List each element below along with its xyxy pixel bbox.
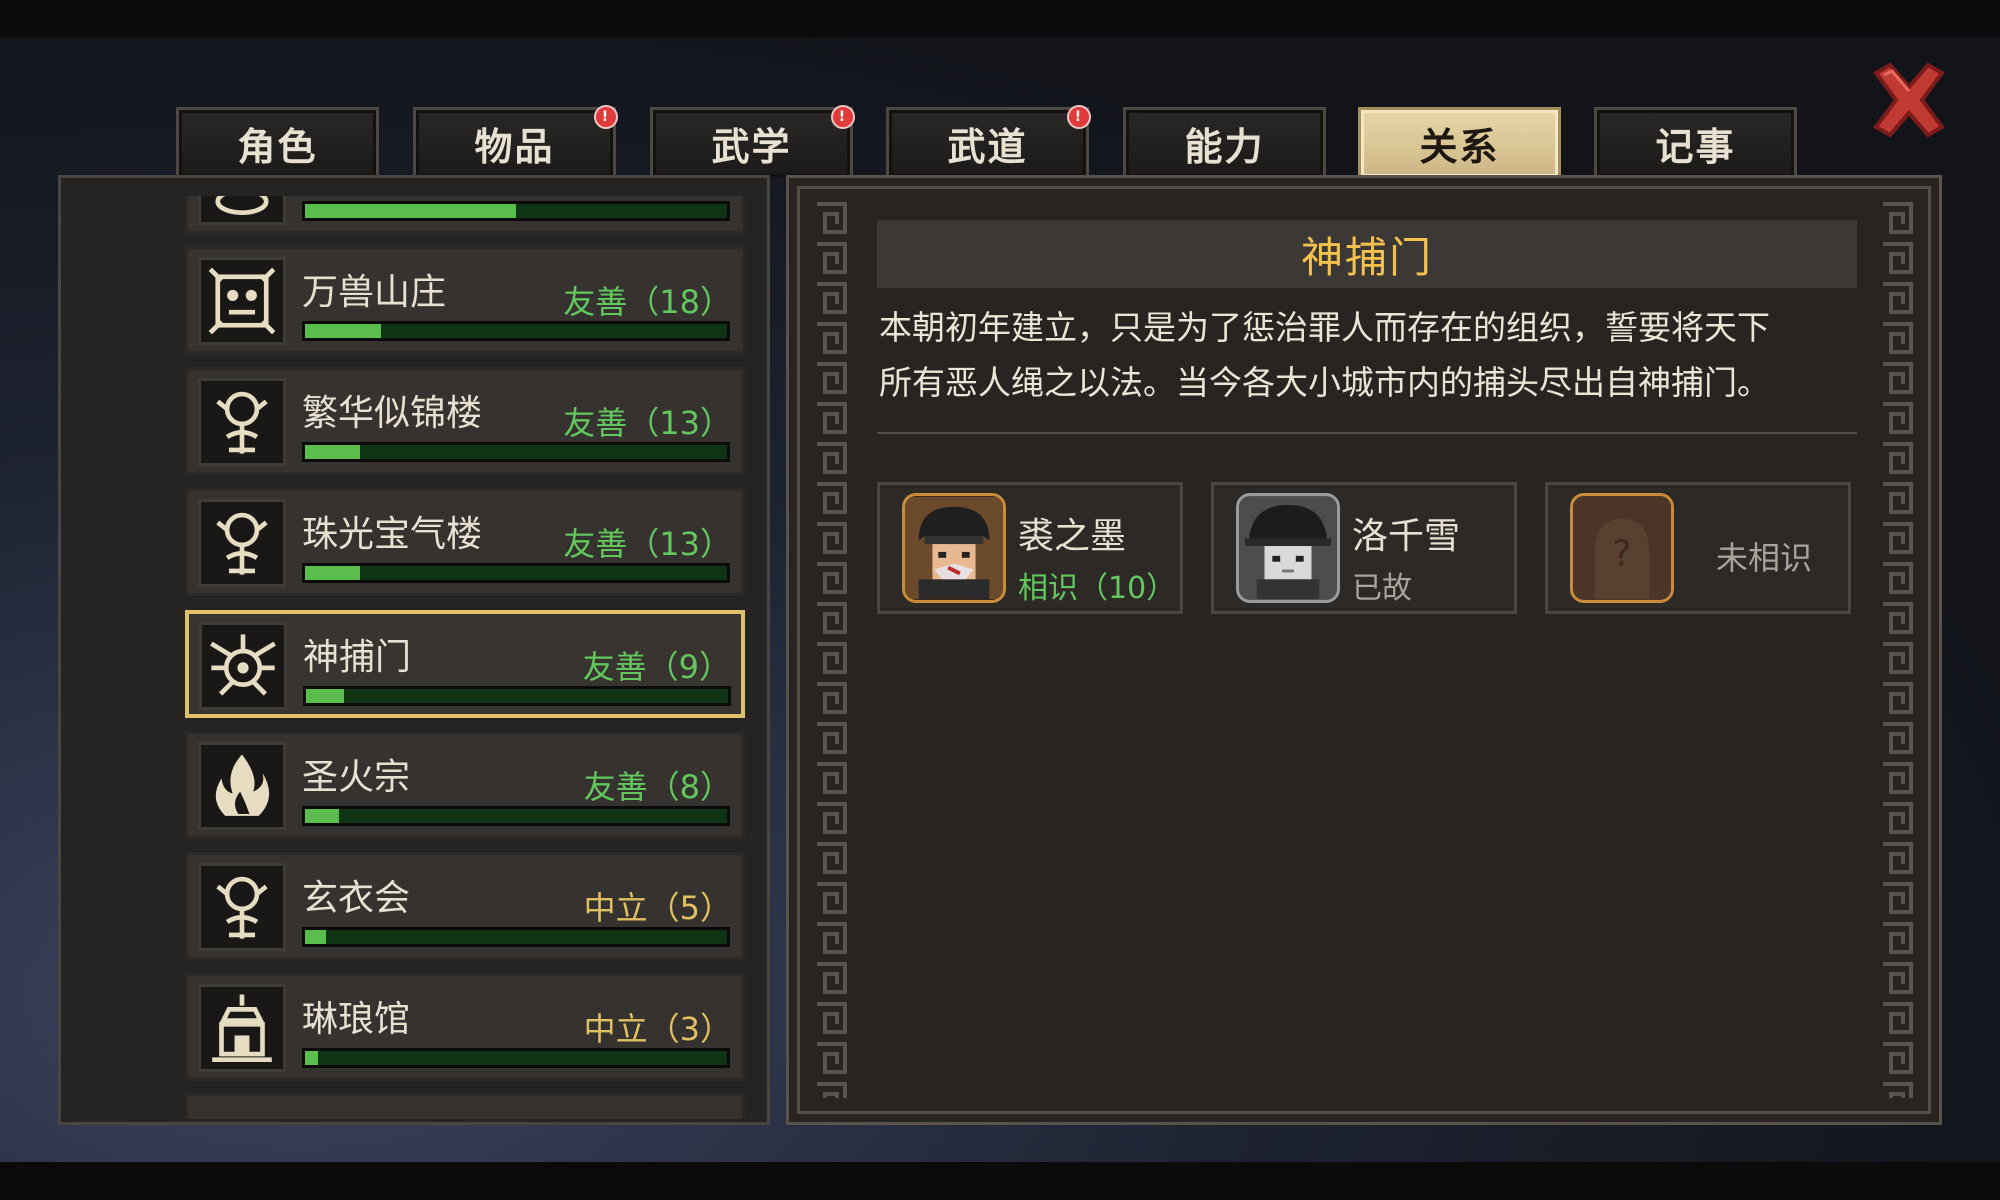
description-line: 本朝初年建立，只是为了惩治罪人而存在的组织，誓要将天下: [879, 308, 1770, 347]
reputation-bar: [302, 442, 730, 462]
member-status: 已故: [1352, 571, 1412, 606]
faction-name: 万兽山庄: [302, 272, 447, 313]
faction-status: 友善（13）: [563, 404, 732, 442]
member-name: 裘之墨: [1018, 516, 1127, 557]
faction-row[interactable]: [185, 196, 745, 234]
faction-name: 玄衣会: [302, 878, 411, 919]
tab-label: 武道: [947, 125, 1028, 169]
notification-badge: !: [594, 105, 618, 129]
faction-detail-panel: 神捕门 本朝初年建立，只是为了惩治罪人而存在的组织，誓要将天下 所有恶人绳之以法…: [786, 175, 1942, 1125]
faction-title-bar: 神捕门: [877, 220, 1857, 288]
faction-name: 圣火宗: [302, 757, 411, 798]
tab-martial-arts[interactable]: 武学 !: [650, 105, 855, 177]
member-name: 洛千雪: [1352, 516, 1461, 557]
faction-row-shenghuo[interactable]: 圣火宗 友善（8）: [185, 731, 745, 839]
divider: [877, 432, 1857, 434]
tab-items[interactable]: 物品 !: [413, 105, 618, 177]
faction-status: 友善（13）: [563, 525, 732, 563]
member-status: 相识（10）: [1018, 571, 1177, 606]
ornate-tower-emblem-icon: [198, 863, 286, 951]
tab-label: 记事: [1655, 125, 1736, 169]
faction-status: 友善（9）: [582, 648, 731, 686]
reputation-bar: [302, 1048, 730, 1068]
reputation-bar: [302, 201, 730, 221]
tab-label: 物品: [474, 125, 555, 169]
description-line: 所有恶人绳之以法。当今各大小城市内的捕头尽出自神捕门。: [879, 363, 1770, 402]
reputation-bar: [302, 806, 730, 826]
faction-name: 琳琅馆: [302, 999, 411, 1040]
faction-row-wanshou[interactable]: 万兽山庄 友善（18）: [185, 246, 745, 354]
reputation-bar: [302, 927, 730, 947]
tab-label: 能力: [1184, 125, 1265, 169]
faction-row[interactable]: [185, 1093, 745, 1119]
tab-martial-way[interactable]: 武道 !: [886, 105, 1091, 177]
faction-row-zhuguang[interactable]: 珠光宝气楼 友善（13）: [185, 488, 745, 596]
tab-label: 角色: [237, 125, 318, 169]
ornate-tower-emblem-icon: [198, 378, 286, 466]
faction-row-xuanyi[interactable]: 玄衣会 中立（5）: [185, 852, 745, 960]
member-card-unknown[interactable]: ? 未相识: [1545, 482, 1851, 614]
close-button[interactable]: [1868, 59, 1950, 141]
faction-name: 珠光宝气楼: [302, 514, 483, 555]
greek-key-border: [811, 198, 851, 1098]
faction-status: 中立（5）: [583, 889, 732, 927]
beast-skull-emblem-icon: [198, 257, 286, 345]
tab-abilities[interactable]: 能力: [1123, 107, 1326, 177]
demon-mask-emblem-icon: [199, 622, 287, 710]
faction-name: 神捕门: [303, 637, 412, 678]
lotus-emblem-icon: [198, 196, 286, 225]
hatted-woman-portrait: [1236, 493, 1340, 603]
tab-label: 关系: [1419, 125, 1500, 169]
faction-status: 友善（18）: [563, 283, 732, 321]
palace-emblem-icon: [198, 984, 286, 1072]
faction-status: 友善（8）: [583, 768, 732, 806]
faction-list-panel: 万兽山庄 友善（18） 繁华似锦楼 友善（13） 珠光宝气楼 友善（13） 神捕…: [58, 175, 770, 1125]
reputation-bar: [302, 321, 730, 341]
tab-relations[interactable]: 关系: [1358, 107, 1561, 177]
game-screen: 角色 物品 ! 武学 ! 武道 ! 能力 关系 记事 万兽山庄 友善（18） 繁…: [0, 37, 2000, 1162]
notification-badge: !: [1067, 105, 1091, 129]
faction-title: 神捕门: [1300, 232, 1433, 282]
member-status: 未相识: [1715, 539, 1812, 577]
tab-character[interactable]: 角色: [176, 107, 379, 177]
faction-row-shenbu[interactable]: 神捕门 友善（9）: [185, 610, 745, 718]
helmeted-man-portrait: [902, 493, 1006, 603]
flame-emblem-icon: [198, 742, 286, 830]
tab-label: 武学: [711, 125, 792, 169]
ornate-tower-emblem-icon: [198, 499, 286, 587]
faction-name: 繁华似锦楼: [302, 393, 483, 434]
member-card-qiuzhimo[interactable]: 裘之墨 相识（10）: [877, 482, 1183, 614]
reputation-bar: [303, 686, 731, 706]
tab-records[interactable]: 记事: [1594, 107, 1797, 177]
close-x-icon: [1873, 62, 1945, 138]
faction-row-fanhua[interactable]: 繁华似锦楼 友善（13）: [185, 367, 745, 475]
reputation-bar: [302, 563, 730, 583]
member-card-luoqianxue[interactable]: 洛千雪 已故: [1211, 482, 1517, 614]
faction-row-linlang[interactable]: 琳琅馆 中立（3）: [185, 973, 745, 1081]
faction-description: 本朝初年建立，只是为了惩治罪人而存在的组织，誓要将天下 所有恶人绳之以法。当今各…: [879, 300, 1859, 410]
faction-status: 中立（3）: [583, 1010, 732, 1048]
faction-list[interactable]: 万兽山庄 友善（18） 繁华似锦楼 友善（13） 珠光宝气楼 友善（13） 神捕…: [185, 196, 815, 1119]
notification-badge: !: [831, 105, 855, 129]
greek-key-border: [1877, 198, 1917, 1098]
